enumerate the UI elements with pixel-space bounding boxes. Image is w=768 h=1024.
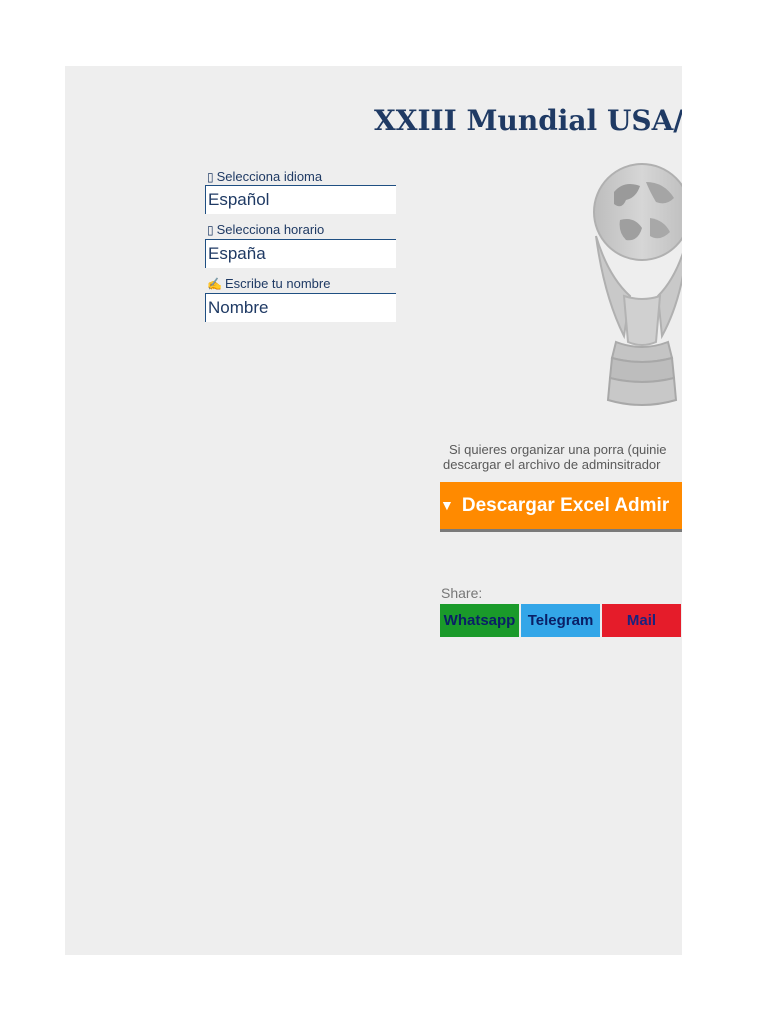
- share-whatsapp-button[interactable]: Whatsapp: [440, 604, 519, 637]
- name-label: ✍ Escribe tu nombre: [207, 276, 330, 291]
- download-excel-admin-button[interactable]: ▼ Descargar Excel Admir: [440, 482, 682, 532]
- name-input[interactable]: Nombre: [205, 293, 396, 322]
- download-button-label: Descargar Excel Admir: [461, 495, 670, 516]
- timezone-label: ▯ Selecciona horario: [207, 222, 324, 237]
- share-telegram-button[interactable]: Telegram: [521, 604, 600, 637]
- share-mail-button[interactable]: Mail: [602, 604, 681, 637]
- language-label: ▯ Selecciona idioma: [207, 169, 322, 184]
- timezone-label-icon: ▯: [207, 223, 214, 237]
- language-label-icon: ▯: [207, 170, 214, 184]
- world-cup-trophy-icon: [593, 163, 682, 406]
- share-label: Share:: [441, 585, 483, 601]
- admin-info-text: Si quieres organizar una porra (quinie d…: [443, 442, 682, 472]
- down-arrow-icon: ▼: [440, 497, 454, 513]
- language-label-text: Selecciona idioma: [216, 169, 323, 184]
- timezone-select[interactable]: España: [205, 239, 396, 268]
- pencil-icon: ✍: [207, 277, 222, 291]
- name-label-text: Escribe tu nombre: [224, 276, 331, 291]
- sheet-area: XXIII Mundial USA/M ▯ Selecciona idioma E…: [65, 66, 682, 955]
- timezone-label-text: Selecciona horario: [216, 222, 325, 237]
- info-line-1: Si quieres organizar una porra (quinie: [449, 442, 667, 457]
- language-select[interactable]: Español: [205, 185, 396, 214]
- page-title: XXIII Mundial USA/M: [374, 104, 682, 137]
- info-line-2: descargar el archivo de adminsitrador: [443, 457, 661, 472]
